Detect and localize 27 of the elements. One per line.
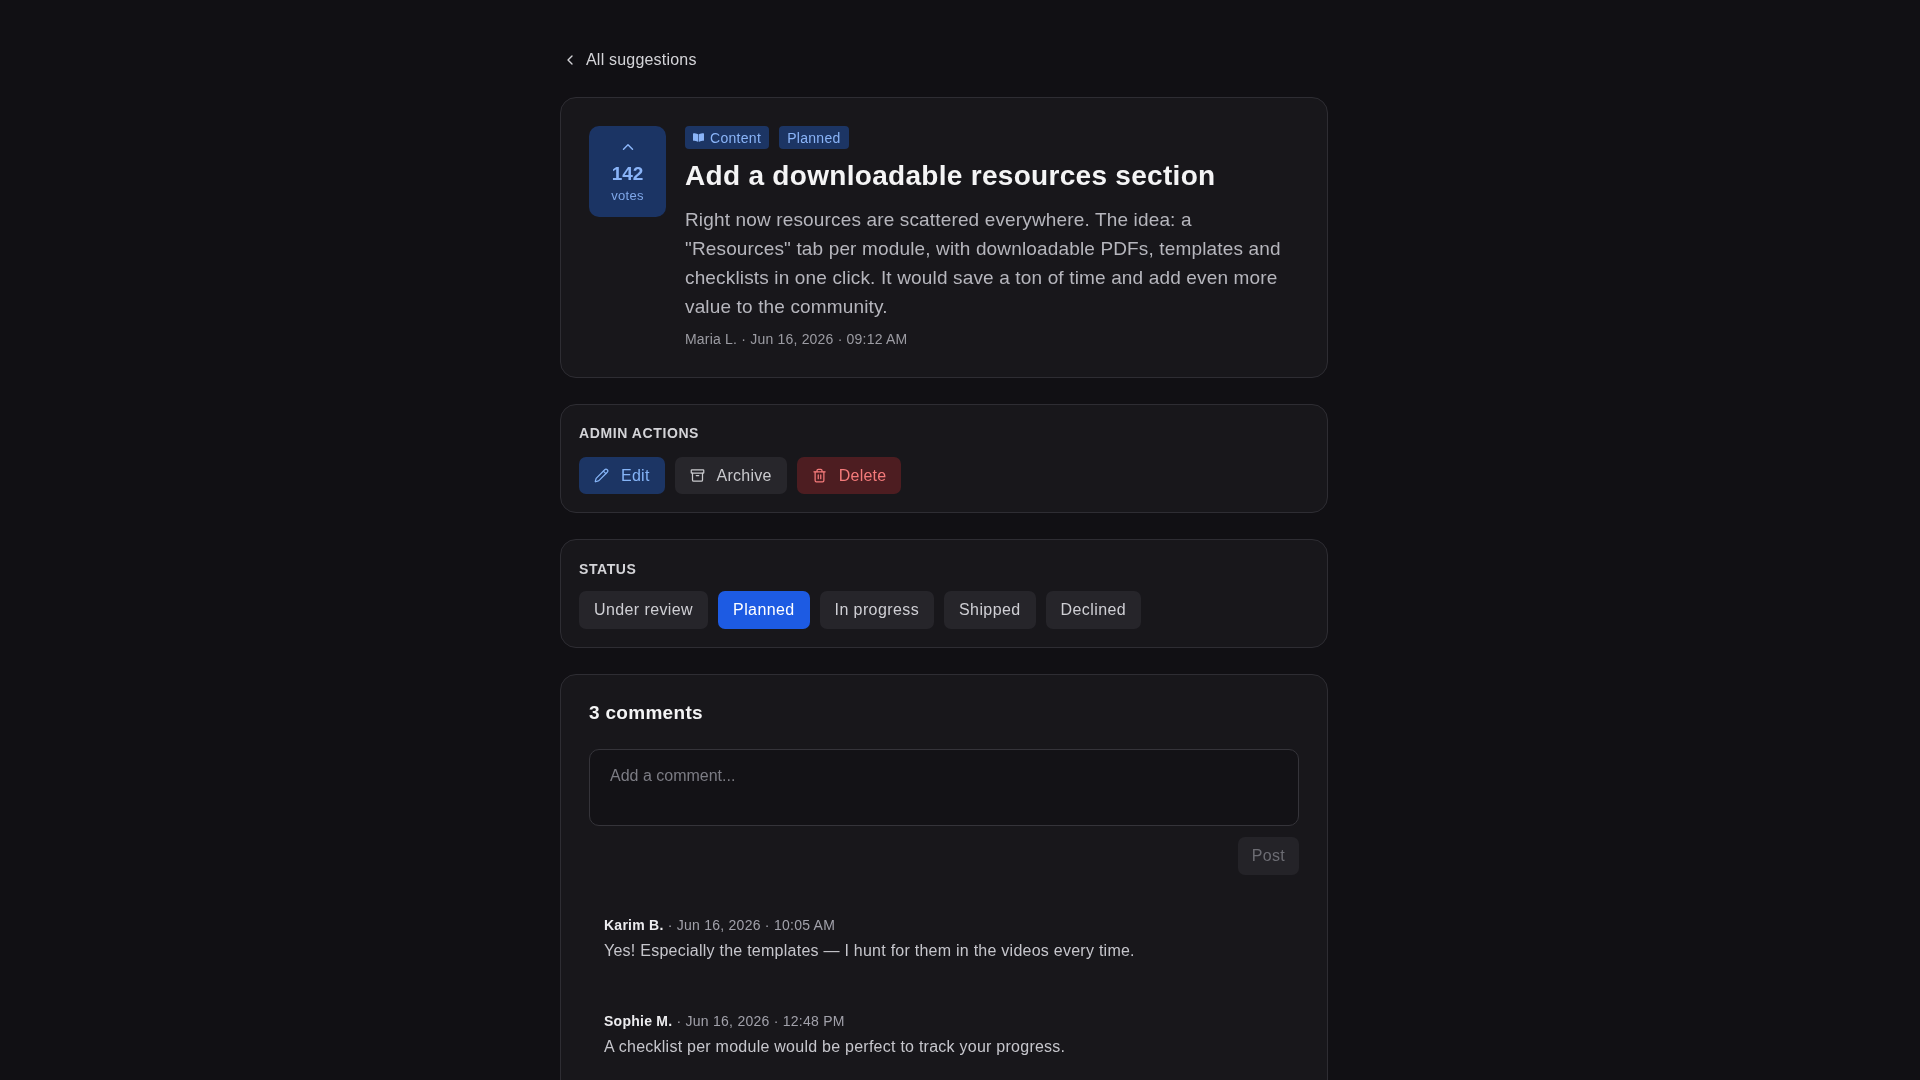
pencil-icon — [594, 468, 609, 483]
back-link[interactable]: All suggestions — [562, 48, 697, 72]
comment-meta: Karim B. · Jun 16, 2026 · 10:05 AM — [604, 916, 837, 935]
status-option[interactable]: Planned — [718, 591, 810, 629]
status-option[interactable]: Shipped — [944, 591, 1036, 629]
suggestion-title: Add a downloadable resources section — [685, 159, 1217, 193]
edit-button[interactable]: Edit — [579, 457, 665, 494]
comment-text: A checklist per module would be perfect to track your progress. — [604, 1037, 1067, 1057]
section-heading: STATUS — [579, 560, 638, 579]
trash-icon — [811, 468, 827, 483]
upvote-button[interactable]: 142 votes — [589, 126, 666, 217]
suggestion-description: Right now resources are scattered everywhere. The idea: a "Resources" tab per module, with downloadable PDFs, templates and checklists in one click. It would save a ton of time and add even more value to the community. — [685, 208, 1282, 319]
status-option[interactable]: In progress — [819, 591, 935, 629]
status-option[interactable]: Declined — [1045, 591, 1142, 629]
archive-button[interactable]: Archive — [674, 457, 787, 494]
comment-meta: Sophie M. · Jun 16, 2026 · 12:48 PM — [604, 1012, 846, 1031]
status-option[interactable]: Under review — [579, 591, 709, 629]
comment-field[interactable]: Add a comment... — [589, 749, 1299, 826]
section-heading: ADMIN ACTIONS — [579, 424, 701, 443]
archive-icon — [689, 468, 705, 483]
comment-text: Yes! Especially the templates — I hunt for them in the videos every time. — [604, 941, 1136, 961]
status-tag: Planned — [779, 126, 849, 149]
delete-button[interactable]: Delete — [796, 457, 902, 494]
book-icon — [693, 132, 704, 143]
comments-heading: 3 comments — [589, 701, 704, 725]
tag-label: Content — [710, 128, 762, 148]
suggestion-meta: Maria L. · Jun 16, 2026 · 09:12 AM — [685, 330, 909, 349]
